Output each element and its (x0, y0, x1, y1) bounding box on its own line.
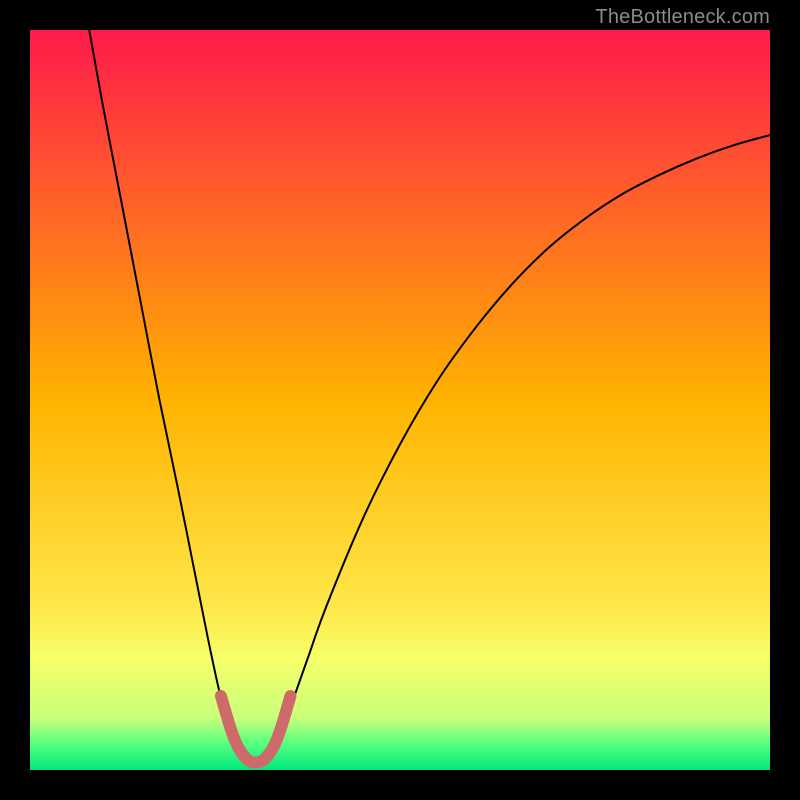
chart-background (30, 30, 770, 770)
watermark-text: TheBottleneck.com (595, 6, 770, 29)
chart-frame (30, 30, 770, 770)
bottleneck-chart (30, 30, 770, 770)
